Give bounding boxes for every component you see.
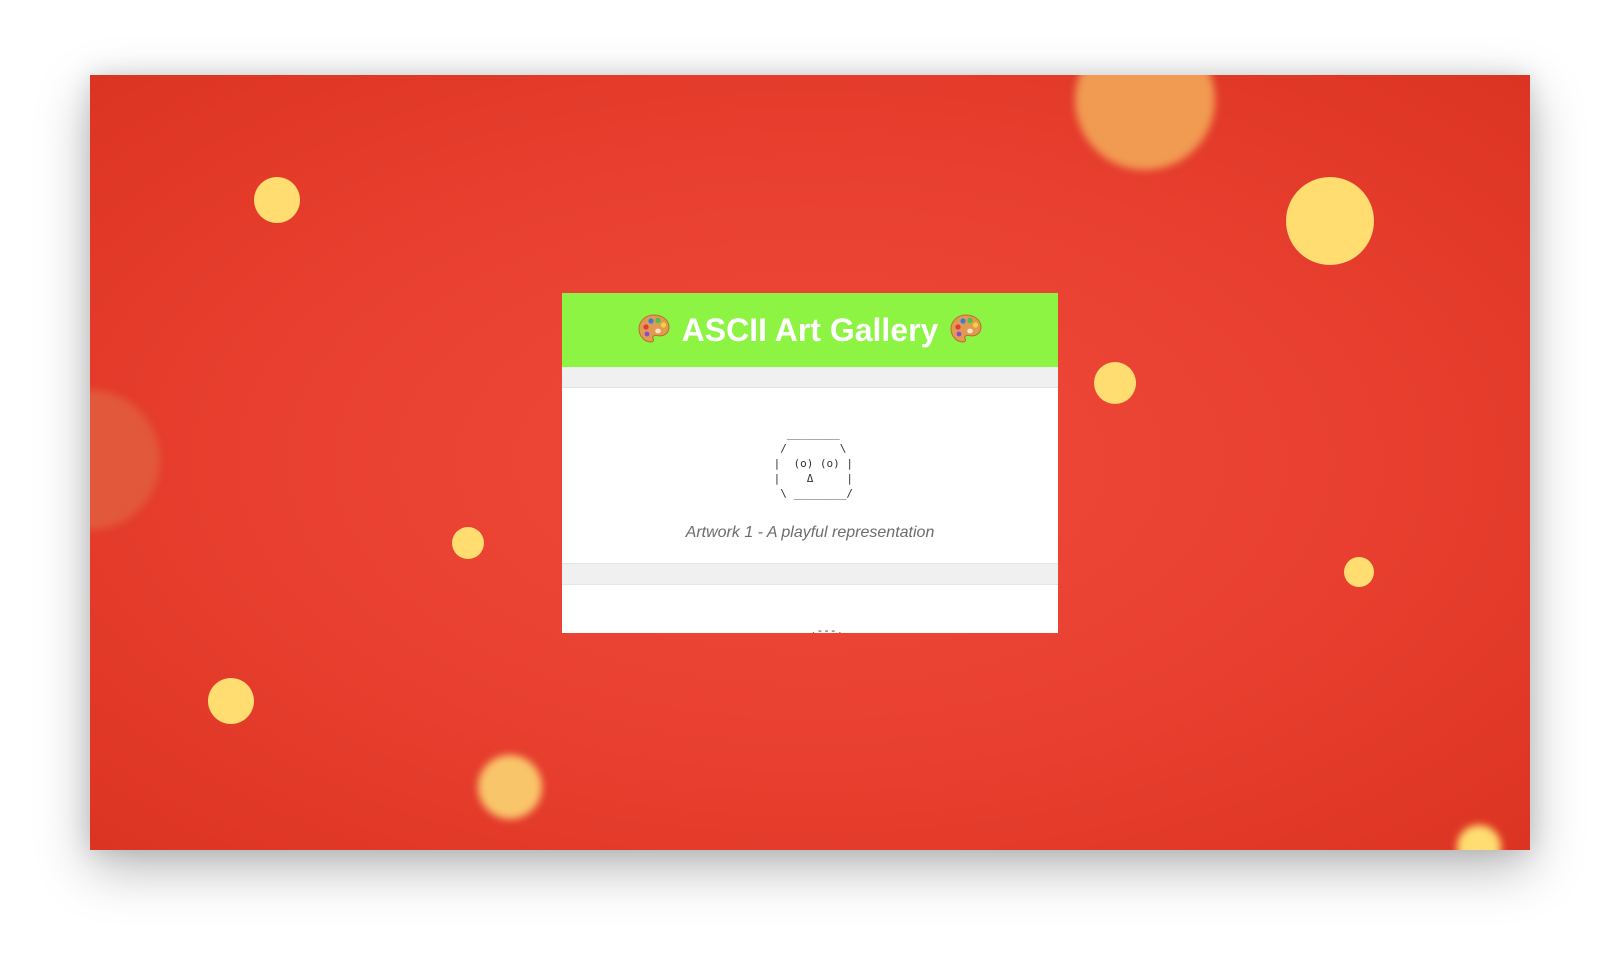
decor-bubble — [1344, 557, 1374, 587]
artist-palette-icon — [950, 314, 982, 343]
decor-bubble — [90, 390, 160, 530]
artwork-caption: Artwork 1 - A playful representation — [685, 524, 935, 541]
decor-bubble — [208, 678, 254, 724]
artist-palette-icon — [638, 314, 670, 343]
gallery-header: ASCII Art Gallery — [562, 293, 1058, 367]
gallery-title: ASCII Art Gallery — [681, 311, 939, 348]
gallery-background: ASCII Art Gallery ________ / \ | (o) (o)… — [90, 75, 1530, 850]
decor-bubble — [1286, 177, 1374, 265]
artwork-list[interactable]: ________ / \ | (o) (o) | | Δ | \ _______… — [562, 367, 1058, 633]
decor-bubble — [1075, 75, 1215, 170]
decor-bubble — [478, 755, 542, 819]
decor-bubble — [452, 527, 484, 559]
ascii-art: ,---, / \ — [809, 624, 844, 633]
decor-bubble — [254, 177, 300, 223]
ascii-art: ________ / \ | (o) (o) | | Δ | \ _______… — [773, 427, 854, 500]
artwork-item: ,---, / \ — [562, 584, 1058, 633]
decor-bubble — [1094, 362, 1136, 404]
decor-bubble — [1457, 825, 1501, 850]
artwork-item: ________ / \ | (o) (o) | | Δ | \ _______… — [562, 387, 1058, 564]
gallery-card[interactable]: ASCII Art Gallery ________ / \ | (o) (o)… — [562, 293, 1058, 633]
